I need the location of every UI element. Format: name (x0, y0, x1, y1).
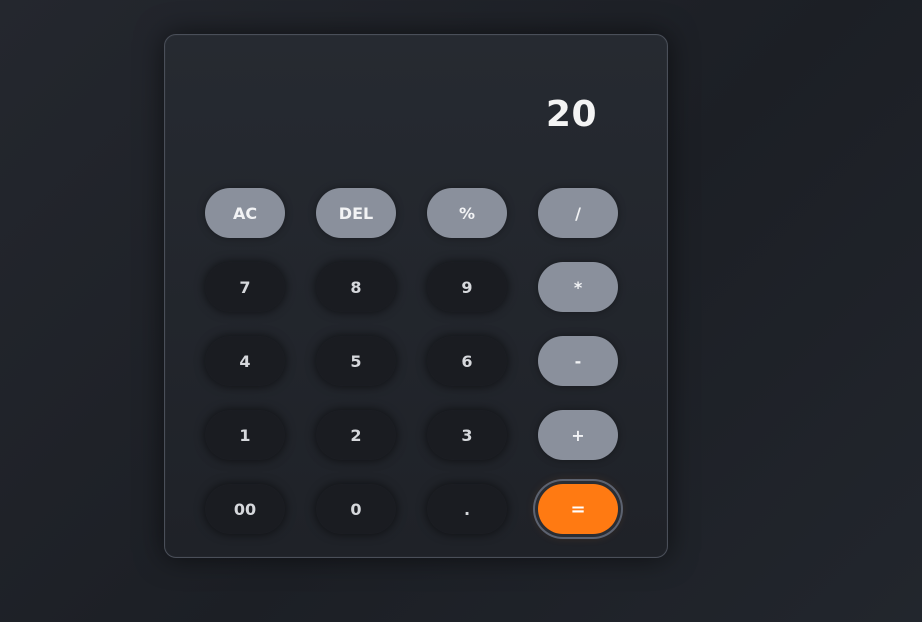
digit-0-button[interactable]: 0 (316, 484, 396, 534)
digit-8-button[interactable]: 8 (316, 262, 396, 312)
double-zero-button[interactable]: 00 (205, 484, 285, 534)
digit-2-button[interactable]: 2 (316, 410, 396, 460)
keypad: AC DEL % / 7 8 9 * 4 5 6 - 1 2 3 + 00 0 … (205, 188, 618, 534)
calculator: 20 AC DEL % / 7 8 9 * 4 5 6 - 1 2 3 + 00… (164, 34, 668, 558)
digit-9-button[interactable]: 9 (427, 262, 507, 312)
digit-3-button[interactable]: 3 (427, 410, 507, 460)
decimal-point-button[interactable]: . (427, 484, 507, 534)
display-value: 20 (545, 94, 597, 135)
digit-5-button[interactable]: 5 (316, 336, 396, 386)
divide-button[interactable]: / (538, 188, 618, 238)
delete-button[interactable]: DEL (316, 188, 396, 238)
digit-6-button[interactable]: 6 (427, 336, 507, 386)
add-button[interactable]: + (538, 410, 618, 460)
digit-7-button[interactable]: 7 (205, 262, 285, 312)
digit-1-button[interactable]: 1 (205, 410, 285, 460)
equals-button[interactable]: = (538, 484, 618, 534)
digit-4-button[interactable]: 4 (205, 336, 285, 386)
subtract-button[interactable]: - (538, 336, 618, 386)
percent-button[interactable]: % (427, 188, 507, 238)
multiply-button[interactable]: * (538, 262, 618, 312)
clear-button[interactable]: AC (205, 188, 285, 238)
